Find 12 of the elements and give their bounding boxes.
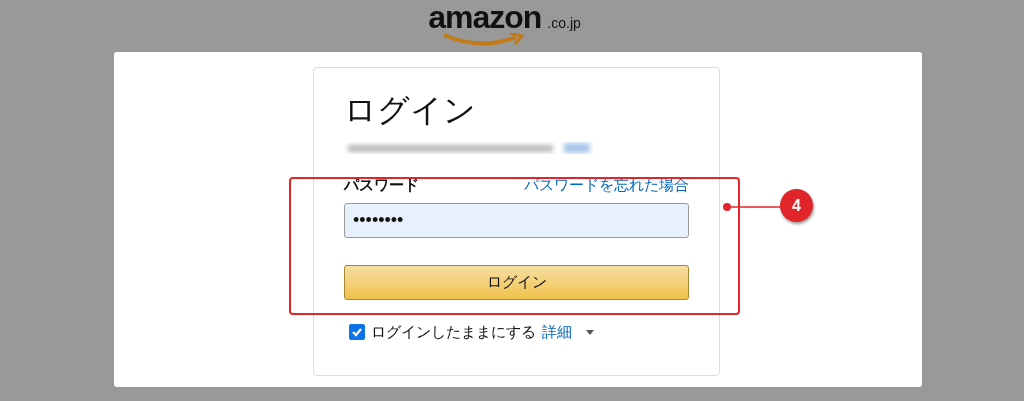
- forgot-password-link[interactable]: パスワードを忘れた場合: [524, 175, 689, 195]
- logo-wordmark: amazon: [428, 2, 542, 32]
- logo-suffix: .co.jp: [547, 15, 581, 31]
- page-title: ログイン: [344, 91, 477, 130]
- details-link[interactable]: 詳細: [542, 322, 572, 342]
- remember-label: ログインしたままにする: [371, 322, 536, 342]
- smile-arrow-icon: [442, 33, 525, 47]
- checkbox[interactable]: [349, 324, 365, 340]
- caret-icon[interactable]: [586, 329, 594, 335]
- login-button[interactable]: ログイン: [344, 265, 689, 300]
- password-label: パスワード: [344, 175, 419, 195]
- password-field[interactable]: ••••••••: [344, 203, 689, 238]
